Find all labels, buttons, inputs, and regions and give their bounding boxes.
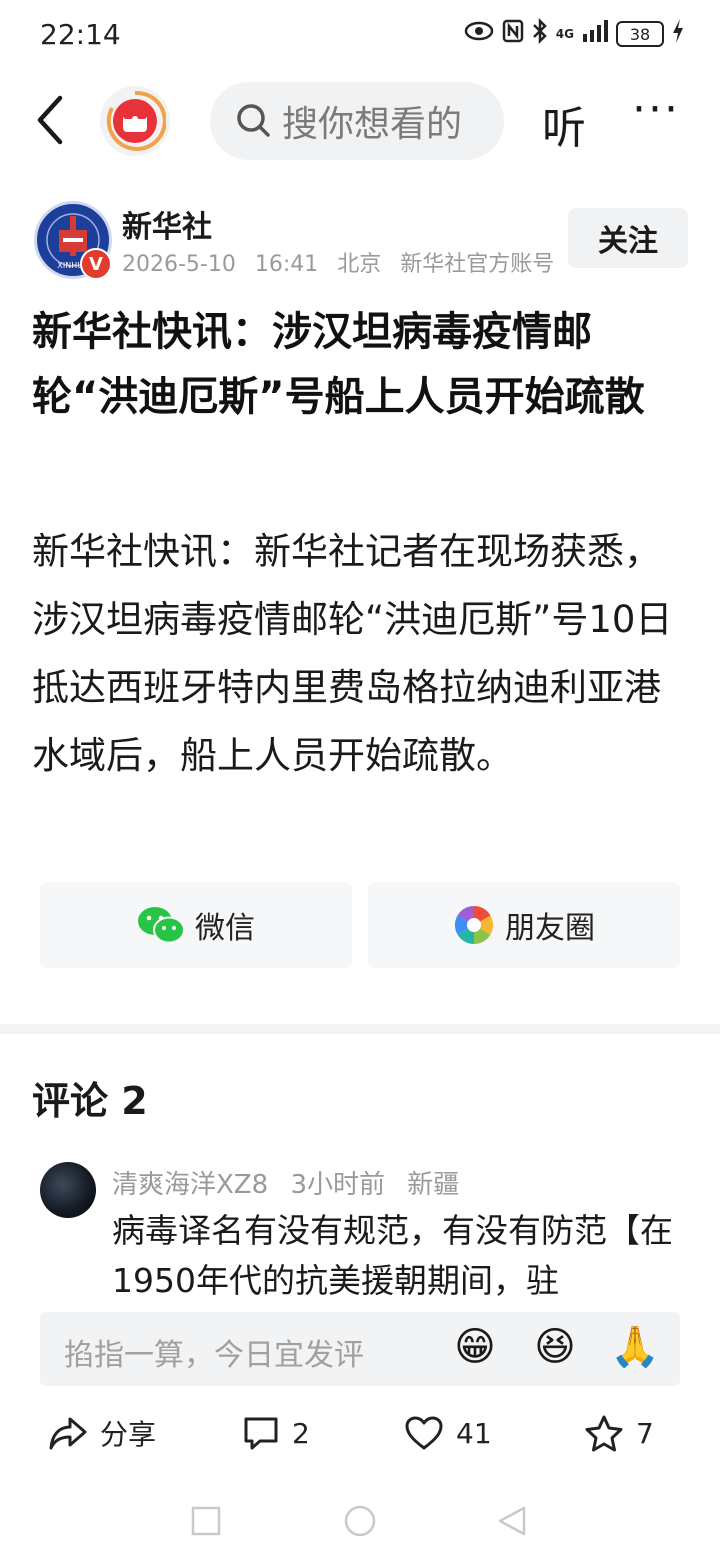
comment-input-placeholder[interactable]: 掐指一算，今日宜发评 xyxy=(64,1330,364,1374)
section-divider xyxy=(0,1024,720,1034)
more-button[interactable]: ··· xyxy=(632,84,680,135)
comment-meta: 清爽海洋XZ8 3小时前 新疆 xyxy=(112,1164,473,1201)
eye-icon xyxy=(464,21,494,47)
search-placeholder: 搜你想看的 xyxy=(282,104,463,145)
favorite-count: 7 xyxy=(636,1416,654,1450)
comment-avatar[interactable] xyxy=(40,1162,96,1218)
comment-count: 2 xyxy=(292,1416,310,1450)
comment-text[interactable]: 病毒译名有没有规范，有没有防范【在1950年代的抗美援朝期间，驻 xyxy=(112,1206,682,1306)
status-icons: 4G 38 xyxy=(464,17,684,50)
pray-emoji-button[interactable]: 🙏 xyxy=(610,1322,660,1372)
charging-icon xyxy=(672,19,684,49)
post-time: 16:41 xyxy=(254,252,319,277)
app-logo[interactable] xyxy=(100,86,170,156)
wechat-icon xyxy=(138,907,185,944)
article-title: 新华社快讯：涉汉坦病毒疫情邮轮“洪迪厄斯”号船上人员开始疏散 xyxy=(32,309,645,420)
system-nav-bar xyxy=(0,1490,720,1560)
favorite-action[interactable]: 7 xyxy=(584,1408,654,1458)
back-nav-icon[interactable] xyxy=(498,1506,526,1536)
laugh-emoji-button[interactable]: 😆 xyxy=(530,1322,580,1372)
nfc-icon xyxy=(502,19,524,49)
follow-button[interactable]: 关注 xyxy=(568,208,688,268)
article-body: 新华社快讯：新华社记者在现场获悉，涉汉坦病毒疫情邮轮“洪迪厄斯”号10日抵达西班… xyxy=(32,530,673,777)
author-meta: 2026-5-10 16:41 北京 新华社官方账号 xyxy=(122,246,566,278)
heart-icon xyxy=(405,1416,443,1450)
listen-button[interactable]: 听 xyxy=(542,92,586,156)
author-name[interactable]: 新华社 xyxy=(122,202,212,246)
search-box[interactable]: 搜你想看的 xyxy=(210,82,504,160)
comment-user[interactable]: 清爽海洋XZ8 xyxy=(112,1170,268,1200)
comment-time: 3小时前 xyxy=(290,1170,385,1200)
verified-badge: V xyxy=(80,248,112,280)
post-location: 北京 xyxy=(337,252,382,277)
author-row: XINHUA V 新华社 2026-5-10 16:41 北京 新华社官方账号 … xyxy=(0,196,720,286)
signal-icon xyxy=(582,20,608,48)
moments-icon xyxy=(454,905,494,945)
red-packet-icon xyxy=(106,90,166,151)
comments-heading: 评论 2 xyxy=(32,1079,148,1123)
back-arrow-icon xyxy=(37,95,63,145)
share-wechat-label: 微信 xyxy=(195,911,255,946)
comment-bubble-icon xyxy=(244,1417,278,1450)
share-action[interactable]: 分享 xyxy=(48,1408,156,1458)
post-date: 2026-5-10 xyxy=(122,252,236,277)
comment-action[interactable]: 2 xyxy=(242,1408,310,1458)
search-icon xyxy=(237,104,270,137)
share-arrow-icon xyxy=(49,1417,87,1450)
status-bar: 22:14 4G 38 xyxy=(0,0,720,70)
comment-location: 新疆 xyxy=(407,1170,460,1200)
status-time: 22:14 xyxy=(40,18,121,51)
recents-icon[interactable] xyxy=(191,1506,221,1536)
share-moments-label: 朋友圈 xyxy=(505,911,595,946)
comment-input-bar[interactable]: 掐指一算，今日宜发评 😁 😆 🙏 xyxy=(40,1312,680,1386)
home-icon[interactable] xyxy=(344,1505,376,1537)
battery-icon: 38 xyxy=(616,21,664,47)
network-label: 4G xyxy=(555,27,574,41)
grin-emoji-button[interactable]: 😁 xyxy=(450,1322,500,1372)
system-nav-icons xyxy=(191,1505,526,1537)
top-nav: 搜你想看的 听 ··· xyxy=(0,78,720,164)
like-count: 41 xyxy=(456,1416,492,1450)
share-wechat-button[interactable]: 微信 xyxy=(40,882,352,968)
star-icon xyxy=(585,1415,623,1452)
like-action[interactable]: 41 xyxy=(404,1408,492,1458)
account-type: 新华社官方账号 xyxy=(400,252,555,277)
share-moments-button[interactable]: 朋友圈 xyxy=(368,882,680,968)
back-button[interactable] xyxy=(30,94,74,146)
share-action-label: 分享 xyxy=(100,1418,157,1451)
bluetooth-icon xyxy=(532,17,548,50)
